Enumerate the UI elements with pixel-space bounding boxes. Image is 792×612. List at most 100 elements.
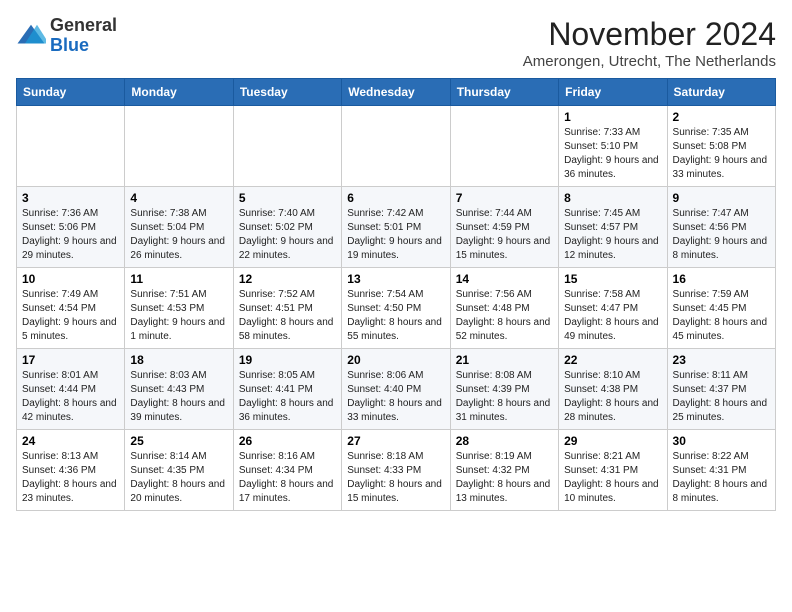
week-row-2: 3 Sunrise: 7:36 AMSunset: 5:06 PMDaylight…: [17, 187, 776, 268]
calendar-cell: 22 Sunrise: 8:10 AMSunset: 4:38 PMDayligh…: [559, 349, 667, 430]
day-number: 27: [347, 434, 444, 448]
day-number: 3: [22, 191, 119, 205]
day-number: 26: [239, 434, 336, 448]
day-number: 30: [673, 434, 770, 448]
header-wednesday: Wednesday: [342, 79, 450, 106]
day-info: Sunrise: 8:19 AMSunset: 4:32 PMDaylight:…: [456, 450, 553, 506]
calendar-cell: 12 Sunrise: 7:52 AMSunset: 4:51 PMDayligh…: [233, 268, 341, 349]
calendar-cell: [450, 106, 558, 187]
calendar-cell: 29 Sunrise: 8:21 AMSunset: 4:31 PMDayligh…: [559, 430, 667, 511]
calendar-cell: 6 Sunrise: 7:42 AMSunset: 5:01 PMDaylight…: [342, 187, 450, 268]
day-number: 4: [130, 191, 227, 205]
header-friday: Friday: [559, 79, 667, 106]
logo-text: General Blue: [50, 16, 117, 56]
day-info: Sunrise: 7:45 AMSunset: 4:57 PMDaylight:…: [564, 207, 661, 263]
day-number: 20: [347, 353, 444, 367]
calendar-header: SundayMondayTuesdayWednesdayThursdayFrid…: [17, 79, 776, 106]
calendar-cell: 2Sunrise: 7:35 AMSunset: 5:08 PMDaylight…: [667, 106, 775, 187]
day-number: 12: [239, 272, 336, 286]
calendar-cell: 20 Sunrise: 8:06 AMSunset: 4:40 PMDayligh…: [342, 349, 450, 430]
day-number: 21: [456, 353, 553, 367]
day-number: 5: [239, 191, 336, 205]
day-number: 25: [130, 434, 227, 448]
calendar-cell: 16 Sunrise: 7:59 AMSunset: 4:45 PMDayligh…: [667, 268, 775, 349]
calendar-cell: 11 Sunrise: 7:51 AMSunset: 4:53 PMDayligh…: [125, 268, 233, 349]
logo-icon: [16, 21, 46, 51]
day-number: 22: [564, 353, 661, 367]
calendar-cell: [125, 106, 233, 187]
day-info: Sunrise: 7:54 AMSunset: 4:50 PMDaylight:…: [347, 288, 444, 344]
calendar-cell: 23 Sunrise: 8:11 AMSunset: 4:37 PMDayligh…: [667, 349, 775, 430]
day-info: Sunrise: 8:06 AMSunset: 4:40 PMDaylight:…: [347, 369, 444, 425]
day-number: 18: [130, 353, 227, 367]
calendar-cell: 5 Sunrise: 7:40 AMSunset: 5:02 PMDaylight…: [233, 187, 341, 268]
title-block: November 2024 Amerongen, Utrecht, The Ne…: [523, 16, 776, 70]
calendar-cell: 15 Sunrise: 7:58 AMSunset: 4:47 PMDayligh…: [559, 268, 667, 349]
calendar-cell: 9Sunrise: 7:47 AMSunset: 4:56 PMDaylight…: [667, 187, 775, 268]
calendar-cell: 17Sunrise: 8:01 AMSunset: 4:44 PMDayligh…: [17, 349, 125, 430]
day-info: Sunrise: 7:58 AMSunset: 4:47 PMDaylight:…: [564, 288, 661, 344]
header: General Blue November 2024 Amerongen, Ut…: [16, 16, 776, 70]
day-number: 7: [456, 191, 553, 205]
day-number: 19: [239, 353, 336, 367]
calendar-table: SundayMondayTuesdayWednesdayThursdayFrid…: [16, 78, 776, 511]
header-saturday: Saturday: [667, 79, 775, 106]
calendar-cell: 25Sunrise: 8:14 AMSunset: 4:35 PMDayligh…: [125, 430, 233, 511]
day-info: Sunrise: 7:49 AMSunset: 4:54 PMDaylight:…: [22, 288, 119, 344]
day-number: 11: [130, 272, 227, 286]
day-info: Sunrise: 8:01 AMSunset: 4:44 PMDaylight:…: [22, 369, 119, 425]
day-number: 29: [564, 434, 661, 448]
day-number: 15: [564, 272, 661, 286]
week-row-4: 17Sunrise: 8:01 AMSunset: 4:44 PMDayligh…: [17, 349, 776, 430]
calendar-cell: [17, 106, 125, 187]
day-number: 23: [673, 353, 770, 367]
day-info: Sunrise: 7:59 AMSunset: 4:45 PMDaylight:…: [673, 288, 770, 344]
calendar-cell: 7 Sunrise: 7:44 AMSunset: 4:59 PMDaylight…: [450, 187, 558, 268]
day-info: Sunrise: 7:40 AMSunset: 5:02 PMDaylight:…: [239, 207, 336, 263]
calendar-cell: 10 Sunrise: 7:49 AMSunset: 4:54 PMDayligh…: [17, 268, 125, 349]
day-number: 8: [564, 191, 661, 205]
header-thursday: Thursday: [450, 79, 558, 106]
week-row-3: 10 Sunrise: 7:49 AMSunset: 4:54 PMDayligh…: [17, 268, 776, 349]
day-number: 24: [22, 434, 119, 448]
day-number: 6: [347, 191, 444, 205]
day-info: Sunrise: 7:44 AMSunset: 4:59 PMDaylight:…: [456, 207, 553, 263]
day-info: Sunrise: 7:36 AMSunset: 5:06 PMDaylight:…: [22, 207, 119, 263]
day-info: Sunrise: 8:11 AMSunset: 4:37 PMDaylight:…: [673, 369, 770, 425]
day-info: Sunrise: 7:42 AMSunset: 5:01 PMDaylight:…: [347, 207, 444, 263]
day-info: Sunrise: 8:03 AMSunset: 4:43 PMDaylight:…: [130, 369, 227, 425]
day-number: 9: [673, 191, 770, 205]
day-number: 14: [456, 272, 553, 286]
day-info: Sunrise: 8:18 AMSunset: 4:33 PMDaylight:…: [347, 450, 444, 506]
day-info: Sunrise: 7:51 AMSunset: 4:53 PMDaylight:…: [130, 288, 227, 344]
day-number: 10: [22, 272, 119, 286]
day-number: 16: [673, 272, 770, 286]
calendar-cell: 21Sunrise: 8:08 AMSunset: 4:39 PMDayligh…: [450, 349, 558, 430]
calendar-cell: 26 Sunrise: 8:16 AMSunset: 4:34 PMDayligh…: [233, 430, 341, 511]
header-tuesday: Tuesday: [233, 79, 341, 106]
day-info: Sunrise: 8:10 AMSunset: 4:38 PMDaylight:…: [564, 369, 661, 425]
header-sunday: Sunday: [17, 79, 125, 106]
calendar-cell: 30 Sunrise: 8:22 AMSunset: 4:31 PMDayligh…: [667, 430, 775, 511]
calendar-cell: 13 Sunrise: 7:54 AMSunset: 4:50 PMDayligh…: [342, 268, 450, 349]
logo: General Blue: [16, 16, 117, 56]
logo-blue: Blue: [50, 35, 89, 55]
day-info: Sunrise: 8:13 AMSunset: 4:36 PMDaylight:…: [22, 450, 119, 506]
calendar-cell: [342, 106, 450, 187]
calendar-cell: 24 Sunrise: 8:13 AMSunset: 4:36 PMDayligh…: [17, 430, 125, 511]
calendar-cell: 27 Sunrise: 8:18 AMSunset: 4:33 PMDayligh…: [342, 430, 450, 511]
month-title: November 2024: [523, 16, 776, 53]
day-info: Sunrise: 8:16 AMSunset: 4:34 PMDaylight:…: [239, 450, 336, 506]
calendar-cell: [233, 106, 341, 187]
day-number: 13: [347, 272, 444, 286]
day-info: Sunrise: 7:33 AMSunset: 5:10 PMDaylight:…: [564, 126, 661, 182]
day-info: Sunrise: 8:22 AMSunset: 4:31 PMDaylight:…: [673, 450, 770, 506]
calendar-cell: 3 Sunrise: 7:36 AMSunset: 5:06 PMDaylight…: [17, 187, 125, 268]
day-info: Sunrise: 7:52 AMSunset: 4:51 PMDaylight:…: [239, 288, 336, 344]
subtitle: Amerongen, Utrecht, The Netherlands: [523, 53, 776, 70]
calendar-cell: 18 Sunrise: 8:03 AMSunset: 4:43 PMDayligh…: [125, 349, 233, 430]
week-row-5: 24 Sunrise: 8:13 AMSunset: 4:36 PMDayligh…: [17, 430, 776, 511]
calendar-body: 1Sunrise: 7:33 AMSunset: 5:10 PMDaylight…: [17, 106, 776, 511]
day-info: Sunrise: 8:21 AMSunset: 4:31 PMDaylight:…: [564, 450, 661, 506]
calendar-cell: 28Sunrise: 8:19 AMSunset: 4:32 PMDayligh…: [450, 430, 558, 511]
